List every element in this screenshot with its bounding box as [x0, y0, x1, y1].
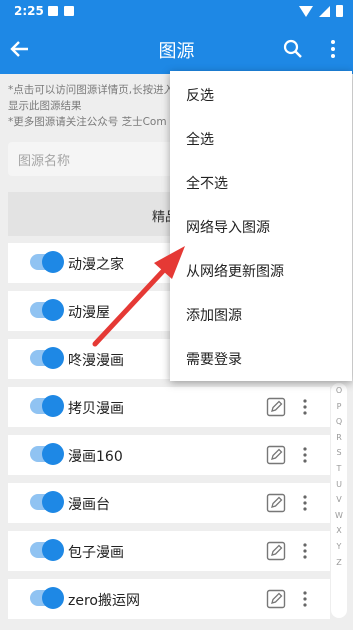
index-letter[interactable]: X — [331, 523, 347, 539]
menu-item-select-all[interactable]: 全选 — [186, 129, 214, 149]
toggle-knob — [42, 539, 64, 561]
index-letter[interactable]: R — [331, 430, 347, 446]
source-name: 动漫屋 — [68, 305, 110, 321]
source-toggle[interactable] — [30, 443, 64, 465]
image-notification-icon — [48, 6, 58, 16]
source-toggle[interactable] — [30, 491, 64, 513]
source-name: 动漫之家 — [68, 257, 124, 273]
more-vert-icon[interactable] — [302, 543, 308, 559]
source-row[interactable]: 包子漫画 — [8, 531, 330, 571]
toggle-knob — [42, 587, 64, 609]
index-letter[interactable]: Z — [331, 555, 347, 571]
status-bar: 2:25 — [0, 0, 353, 24]
toggle-knob — [42, 347, 64, 369]
index-letter[interactable]: V — [331, 492, 347, 508]
edit-icon[interactable] — [266, 589, 286, 609]
menu-item-add-source[interactable]: 添加图源 — [186, 305, 242, 325]
source-toggle[interactable] — [30, 299, 64, 321]
index-letter[interactable]: W — [331, 508, 347, 524]
more-vert-icon[interactable] — [302, 591, 308, 607]
more-vert-icon[interactable] — [302, 495, 308, 511]
status-time: 2:25 — [14, 4, 44, 18]
more-vert-icon — [331, 40, 335, 58]
more-vert-icon[interactable] — [302, 447, 308, 463]
source-name: 包子漫画 — [68, 545, 124, 561]
toggle-knob — [42, 443, 64, 465]
source-name: zero搬运网 — [68, 593, 140, 609]
cellular-signal-icon — [319, 5, 330, 17]
app-notification-icon — [64, 6, 74, 16]
source-name: 漫画台 — [68, 497, 110, 513]
app-bar: 图源 — [0, 24, 353, 74]
alphabet-index-scroller[interactable]: O P Q R S T U V W X Y Z — [331, 383, 347, 618]
more-vert-icon[interactable] — [302, 399, 308, 415]
index-letter[interactable]: T — [331, 461, 347, 477]
edit-icon[interactable] — [266, 541, 286, 561]
index-letter[interactable]: Q — [331, 414, 347, 430]
index-letter[interactable]: O — [331, 383, 347, 399]
index-letter[interactable]: P — [331, 399, 347, 415]
source-toggle[interactable] — [30, 347, 64, 369]
toggle-knob — [42, 299, 64, 321]
menu-item-import-from-network[interactable]: 网络导入图源 — [186, 217, 270, 237]
toggle-knob — [42, 251, 64, 273]
search-button[interactable] — [282, 38, 304, 60]
menu-item-login-required[interactable]: 需要登录 — [186, 349, 242, 369]
search-icon — [283, 39, 302, 58]
wifi-icon — [299, 5, 313, 17]
index-letter[interactable]: S — [331, 445, 347, 461]
source-name: 漫画160 — [68, 449, 123, 465]
source-name: 咚漫漫画 — [68, 353, 124, 369]
battery-icon — [336, 5, 343, 17]
search-placeholder: 图源名称 — [18, 154, 71, 169]
source-name: 拷贝漫画 — [68, 401, 124, 417]
edit-icon[interactable] — [266, 445, 286, 465]
overflow-menu-button[interactable] — [326, 38, 340, 60]
menu-item-update-from-network[interactable]: 从网络更新图源 — [186, 261, 284, 281]
source-toggle[interactable] — [30, 539, 64, 561]
source-toggle[interactable] — [30, 395, 64, 417]
source-row[interactable]: zero搬运网 — [8, 579, 330, 619]
toggle-knob — [42, 491, 64, 513]
menu-item-select-none[interactable]: 全不选 — [186, 173, 228, 193]
index-letter[interactable]: U — [331, 477, 347, 493]
edit-icon[interactable] — [266, 493, 286, 513]
toggle-knob — [42, 395, 64, 417]
source-row[interactable]: 拷贝漫画 — [8, 387, 330, 427]
index-letter[interactable]: Y — [331, 539, 347, 555]
overflow-popup-menu: 反选 全选 全不选 网络导入图源 从网络更新图源 添加图源 需要登录 — [170, 71, 352, 381]
source-toggle[interactable] — [30, 587, 64, 609]
source-row[interactable]: 漫画台 — [8, 483, 330, 523]
source-toggle[interactable] — [30, 251, 64, 273]
source-row[interactable]: 漫画160 — [8, 435, 330, 475]
edit-icon[interactable] — [266, 397, 286, 417]
menu-item-invert-selection[interactable]: 反选 — [186, 85, 214, 105]
